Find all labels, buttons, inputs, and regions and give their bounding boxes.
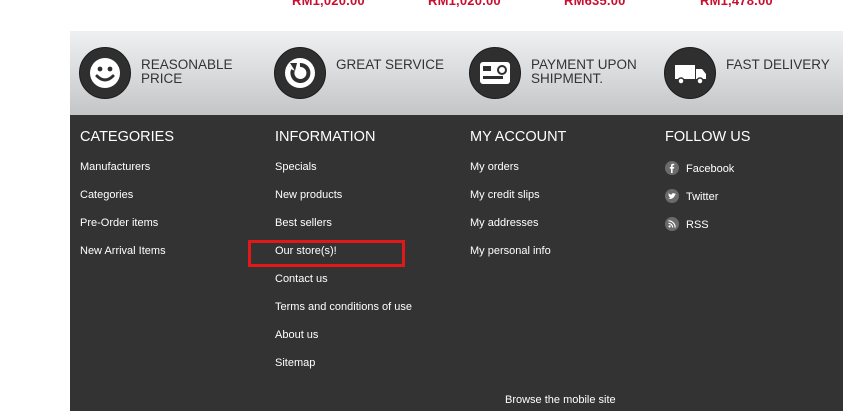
footer-link[interactable]: Categories xyxy=(80,189,166,217)
features-bar: REASONABLE PRICE GREAT SERVICE PAYMENT U… xyxy=(70,31,843,115)
product-price-row: RM1,020.00 RM1,020.00 RM635.00 RM1,478.0… xyxy=(0,0,843,31)
credit-card-icon xyxy=(469,47,521,99)
footer-link-list: Manufacturers Categories Pre-Order items… xyxy=(80,161,166,273)
product-price: RM1,478.00 xyxy=(700,0,773,8)
footer-link-list: Facebook Twitter RSS xyxy=(665,161,734,245)
footer-link[interactable]: Terms and conditions of use xyxy=(275,301,412,329)
footer-link[interactable]: Manufacturers xyxy=(80,161,166,189)
footer-link-rss[interactable]: RSS xyxy=(665,217,734,245)
product-price: RM1,020.00 xyxy=(428,0,501,8)
footer-heading: CATEGORIES xyxy=(80,129,174,145)
footer-link-label: RSS xyxy=(686,219,709,231)
footer-link-list: My orders My credit slips My addresses M… xyxy=(470,161,551,273)
footer-link-twitter[interactable]: Twitter xyxy=(665,189,734,217)
footer-link-list: Specials New products Best sellers Our s… xyxy=(275,161,412,385)
footer-link[interactable]: My orders xyxy=(470,161,551,189)
footer-link[interactable]: Contact us xyxy=(275,273,412,301)
delivery-truck-icon xyxy=(664,47,716,99)
feature-text: PAYMENT UPON SHIPMENT. xyxy=(531,57,637,86)
footer-link-label: Facebook xyxy=(686,163,735,175)
rss-icon xyxy=(665,217,679,231)
footer-link-label: Twitter xyxy=(686,191,719,203)
product-price: RM635.00 xyxy=(564,0,626,8)
footer-link[interactable]: My addresses xyxy=(470,217,551,245)
smiley-icon xyxy=(79,47,131,99)
footer-link[interactable]: New products xyxy=(275,189,412,217)
footer-link[interactable]: My personal info xyxy=(470,245,551,273)
site-footer: CATEGORIES Manufacturers Categories Pre-… xyxy=(70,115,843,411)
footer-link[interactable]: Pre-Order items xyxy=(80,217,166,245)
refresh-arrow-icon xyxy=(274,47,326,99)
facebook-icon xyxy=(665,161,679,175)
highlight-box xyxy=(248,240,405,267)
feature-text: REASONABLE PRICE xyxy=(141,57,233,86)
footer-link-facebook[interactable]: Facebook xyxy=(665,161,734,189)
twitter-icon xyxy=(665,189,679,203)
feature-text: GREAT SERVICE xyxy=(336,57,445,72)
footer-heading: MY ACCOUNT xyxy=(470,129,567,145)
footer-link[interactable]: New Arrival Items xyxy=(80,245,166,273)
product-price: RM1,020.00 xyxy=(292,0,365,8)
footer-heading: FOLLOW US xyxy=(665,129,751,145)
footer-link[interactable]: Specials xyxy=(275,161,412,189)
browse-mobile-site-link[interactable]: Browse the mobile site xyxy=(505,394,616,406)
footer-link[interactable]: About us xyxy=(275,329,412,357)
footer-link[interactable]: Sitemap xyxy=(275,357,412,385)
footer-heading: INFORMATION xyxy=(275,129,376,145)
footer-link[interactable]: My credit slips xyxy=(470,189,551,217)
feature-text: FAST DELIVERY xyxy=(726,57,830,72)
